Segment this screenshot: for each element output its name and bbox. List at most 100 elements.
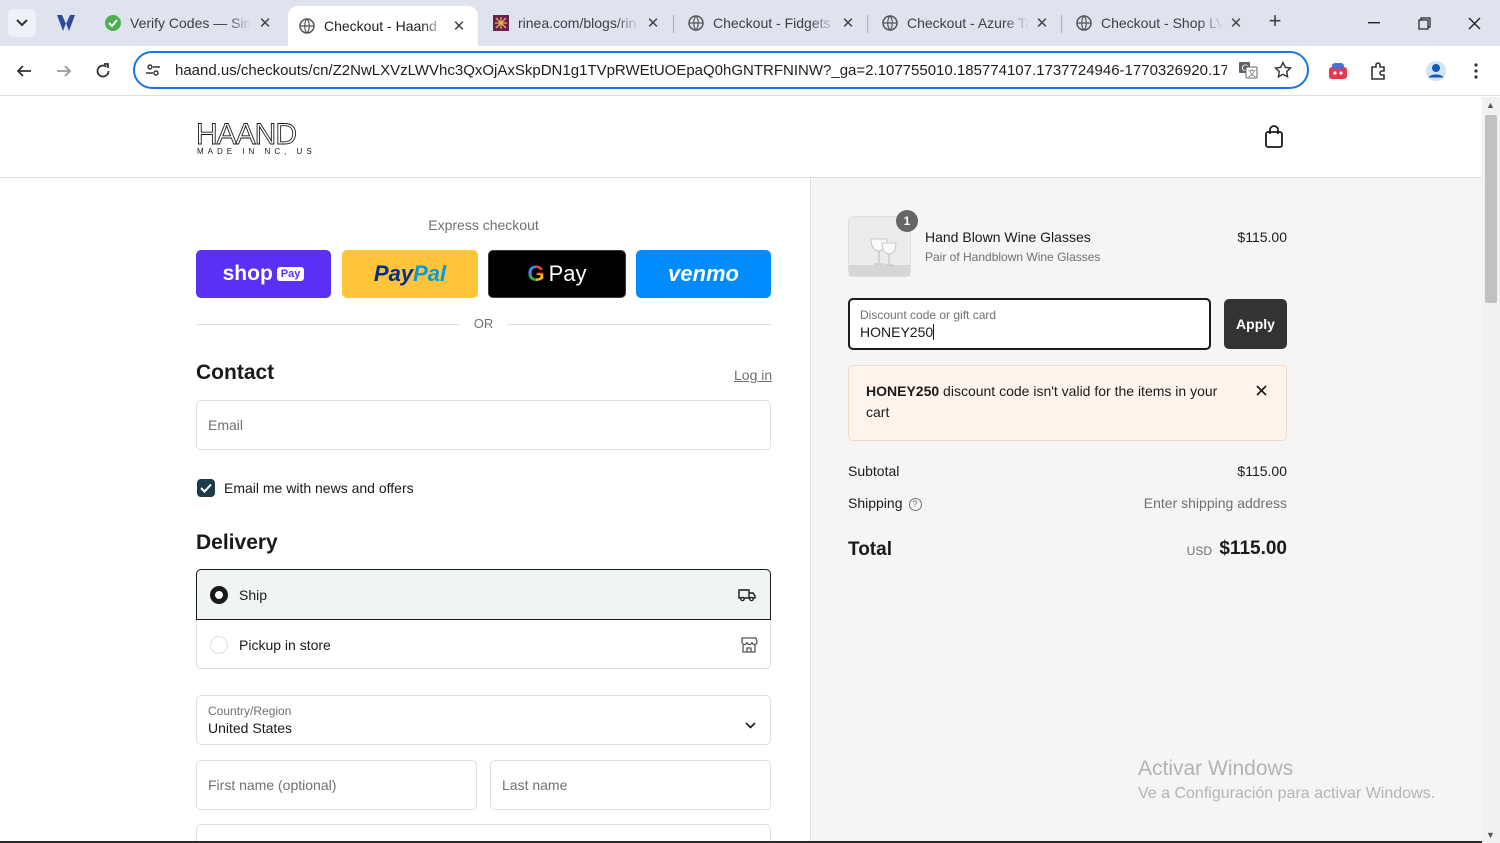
minimize-icon[interactable] [1363, 12, 1385, 34]
total-label: Total [848, 539, 892, 560]
country-select[interactable]: Country/Region United States [196, 695, 771, 745]
last-name-field[interactable]: Last name [490, 760, 771, 810]
discount-value: HONEY250 [860, 324, 934, 340]
scroll-down-icon[interactable]: ▼ [1486, 830, 1495, 840]
google-g-icon: G [527, 261, 545, 286]
first-name-placeholder: First name (optional) [208, 777, 337, 793]
windows-activation-watermark-text: Ve a Configuración para activar Windows. [1138, 785, 1436, 802]
tab-checkout-shop-lv[interactable]: Checkout - Shop LV ✕ [1065, 6, 1255, 40]
first-name-field[interactable]: First name (optional) [196, 760, 477, 810]
tab-checkout-fidgets[interactable]: Checkout - Fidgets ✕ [677, 6, 867, 40]
address-bar[interactable]: haand.us/checkouts/cn/Z2NwLXVzLWVhc3QxOj… [133, 51, 1309, 89]
globe-icon [298, 17, 316, 35]
shipping-label: Shipping [848, 495, 903, 511]
tab-checkout-azure[interactable]: Checkout - Azure Ta ✕ [871, 6, 1061, 40]
contact-heading: Contact [196, 361, 275, 384]
extensions-puzzle-icon[interactable] [1366, 58, 1392, 84]
close-tab-icon[interactable]: ✕ [644, 14, 662, 32]
tab-search-button[interactable] [8, 9, 36, 37]
site-settings-icon[interactable] [143, 60, 163, 80]
close-icon[interactable] [1253, 382, 1269, 398]
tab-verify-codes[interactable]: Verify Codes — Sim ✕ [94, 6, 284, 40]
express-checkout-title: Express checkout [428, 217, 539, 233]
logo-subtext: MADE IN NC, USA [197, 147, 316, 156]
globe-icon [687, 14, 705, 32]
ship-option[interactable]: Ship [196, 569, 771, 620]
google-pay-text: Pay [548, 261, 587, 286]
windows-activation-watermark-title: Activar Windows [1138, 757, 1294, 780]
reload-icon[interactable] [91, 59, 115, 83]
paypal-button[interactable]: Pay Pal [342, 250, 478, 298]
tab-strip: Verify Codes — Sim ✕ Checkout - Haand ✕ … [0, 0, 1500, 46]
product-variant: Pair of Handblown Wine Glasses [925, 250, 1101, 264]
close-tab-icon[interactable]: ✕ [1227, 14, 1245, 32]
scroll-up-icon[interactable]: ▲ [1486, 100, 1495, 110]
store-icon [739, 635, 759, 655]
close-window-icon[interactable] [1463, 12, 1485, 34]
shopping-bag-icon[interactable] [1264, 125, 1286, 149]
chevron-down-icon [745, 716, 756, 734]
tab-checkout-haand[interactable]: Checkout - Haand ✕ [288, 6, 478, 46]
close-tab-icon[interactable]: ✕ [256, 14, 274, 32]
tab-separator [867, 15, 868, 33]
tab-title: Checkout - Azure Ta [907, 15, 1029, 31]
pickup-option[interactable]: Pickup in store [197, 620, 772, 670]
pickup-label: Pickup in store [239, 637, 331, 653]
delivery-method-group: Ship Pickup in store [196, 569, 771, 669]
discount-error-banner: HONEY250 discount code isn't valid for t… [848, 365, 1287, 441]
email-placeholder: Email [208, 417, 244, 433]
paypal-text-pay: Pay [373, 261, 414, 286]
tab-separator [673, 15, 674, 33]
translate-icon[interactable]: G文 [1237, 59, 1259, 81]
tab-title: Checkout - Shop LV [1101, 15, 1223, 31]
pinned-tab-icon[interactable] [54, 11, 78, 35]
store-header: HAAND MADE IN NC, USA [0, 97, 1482, 178]
tab-rinea[interactable]: rinea.com/blogs/rin ✕ [482, 6, 672, 40]
scrollbar-thumb[interactable] [1485, 115, 1497, 303]
subtotal-value: $115.00 [1237, 463, 1287, 479]
shipping-row-label: Shipping? [848, 495, 922, 511]
paypal-text-pal: Pal [413, 261, 447, 286]
ship-radio[interactable] [210, 585, 228, 604]
tab-separator [1061, 15, 1062, 33]
new-tab-button[interactable]: + [1264, 10, 1286, 33]
venmo-button[interactable]: venmo [636, 250, 771, 298]
venmo-text: venmo [668, 261, 739, 286]
close-tab-icon[interactable]: ✕ [450, 17, 468, 35]
newsletter-checkbox[interactable] [197, 479, 215, 497]
close-tab-icon[interactable]: ✕ [1033, 14, 1051, 32]
login-link[interactable]: Log in [734, 367, 772, 383]
bookmark-star-icon[interactable] [1272, 59, 1294, 81]
product-price: $115.00 [1237, 229, 1287, 245]
close-tab-icon[interactable]: ✕ [839, 14, 857, 32]
url-text: haand.us/checkouts/cn/Z2NwLXVzLWVhc3QxOj… [175, 61, 1227, 79]
green-check-icon [104, 14, 122, 32]
help-circle-icon[interactable]: ? [908, 497, 922, 511]
shop-pay-button[interactable]: shop Pay [196, 250, 331, 298]
google-pay-button[interactable]: G Pay [488, 250, 626, 298]
discount-code-input[interactable]: Discount code or gift card HONEY250 [848, 298, 1211, 350]
last-name-placeholder: Last name [502, 777, 568, 793]
extension-cart-icon[interactable] [1325, 58, 1351, 84]
page-scrollbar[interactable]: ▲ ▼ [1482, 97, 1500, 843]
globe-icon [881, 14, 899, 32]
profile-avatar-icon[interactable] [1423, 58, 1449, 84]
haand-logo[interactable]: HAAND MADE IN NC, USA [196, 117, 321, 157]
country-label: Country/Region [208, 704, 292, 718]
shop-pay-pay-badge: Pay [276, 267, 305, 281]
forward-icon[interactable] [52, 59, 76, 83]
email-field[interactable]: Email [196, 400, 771, 450]
shipping-value: Enter shipping address [1143, 495, 1287, 511]
total-value: $115.00 [1219, 538, 1287, 559]
apply-button[interactable]: Apply [1224, 299, 1287, 349]
pickup-radio[interactable] [210, 636, 228, 654]
ship-label: Ship [239, 586, 268, 603]
tab-title: Checkout - Fidgets [713, 15, 831, 31]
tab-title: rinea.com/blogs/rin [518, 15, 637, 31]
back-icon[interactable] [12, 59, 36, 83]
shop-pay-shop-text: shop [222, 262, 273, 285]
divider-line [507, 324, 771, 325]
browser-menu-icon[interactable] [1463, 58, 1489, 84]
tab-title: Verify Codes — Sim [130, 15, 252, 31]
restore-icon[interactable] [1413, 12, 1435, 34]
